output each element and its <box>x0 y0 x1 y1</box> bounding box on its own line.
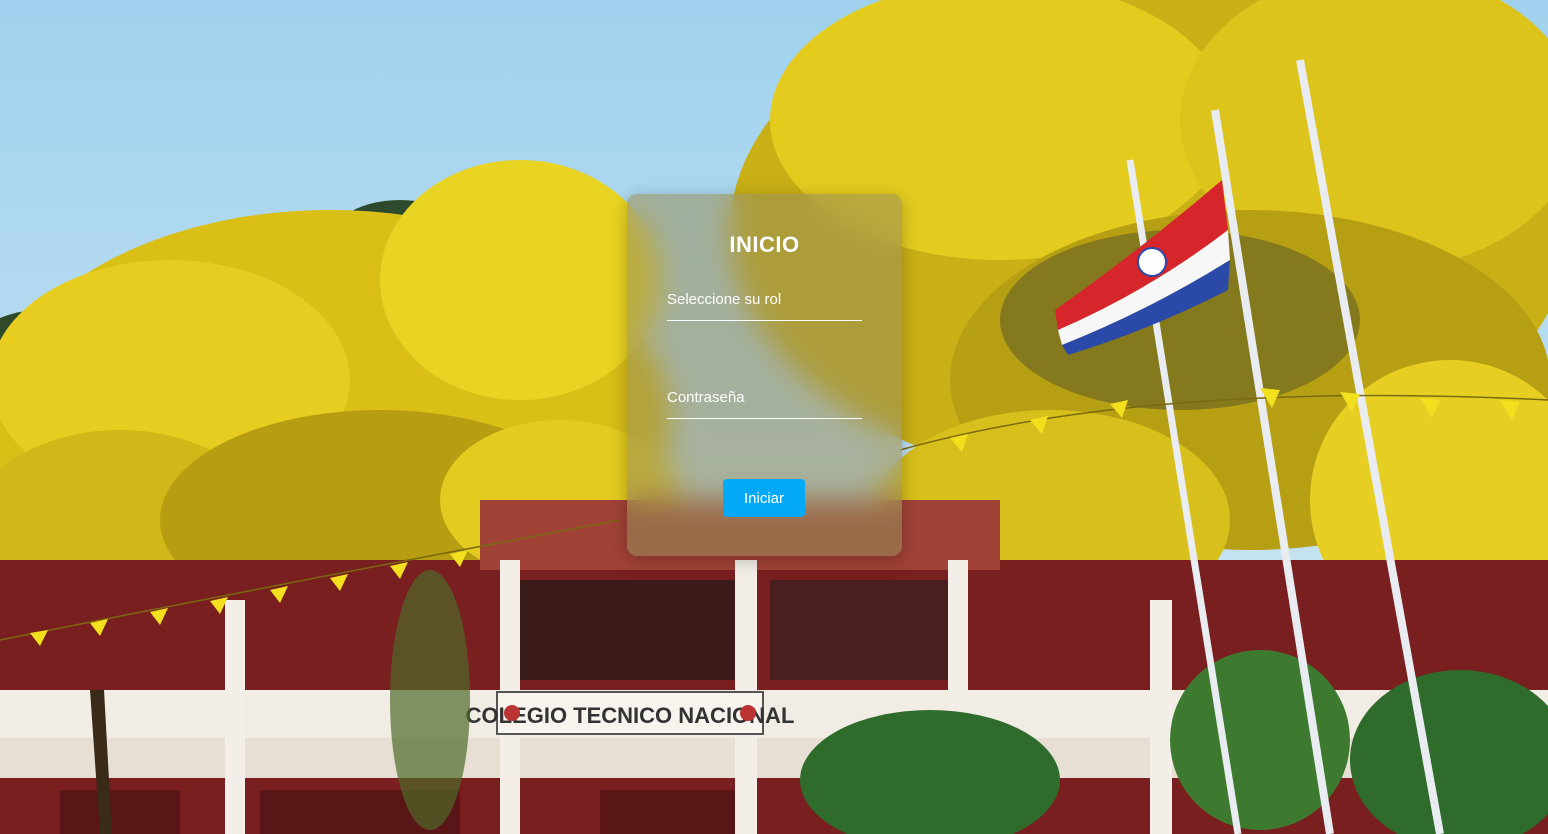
role-select-field[interactable]: Seleccione su rol <box>667 290 862 321</box>
login-title: INICIO <box>729 232 800 257</box>
role-select[interactable] <box>667 290 862 320</box>
password-field[interactable]: Contraseña <box>667 388 866 420</box>
login-button[interactable]: Iniciar <box>723 479 805 517</box>
login-card: INICIO Seleccione su rol Contraseña Inic… <box>627 194 902 556</box>
password-input[interactable] <box>667 388 866 420</box>
